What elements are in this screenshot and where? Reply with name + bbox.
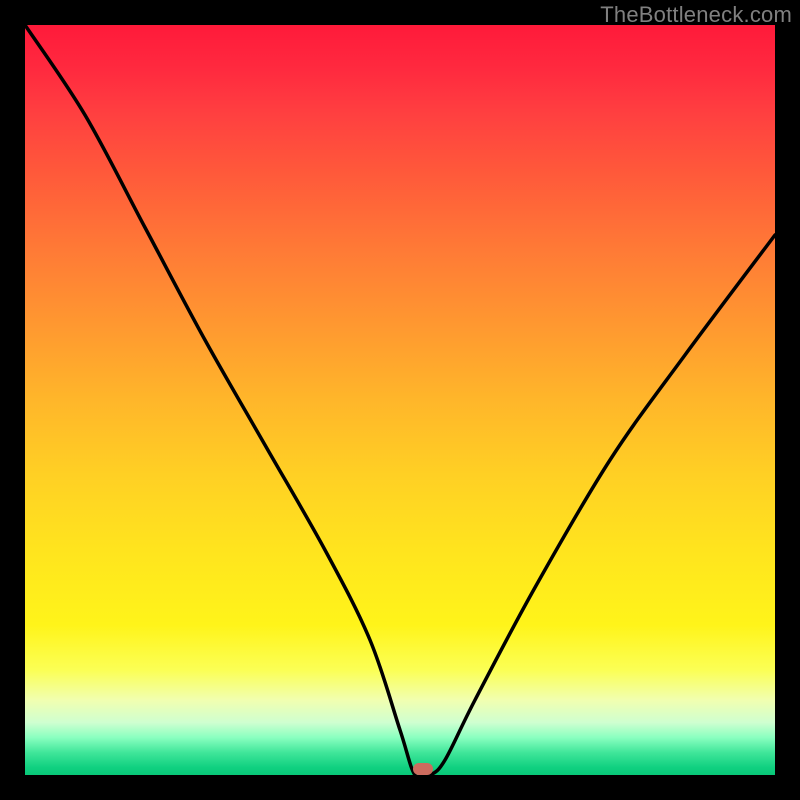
plot-area bbox=[25, 25, 775, 775]
optimal-marker bbox=[413, 763, 433, 775]
curve-path bbox=[25, 25, 775, 775]
watermark-text: TheBottleneck.com bbox=[600, 2, 792, 28]
bottleneck-curve bbox=[25, 25, 775, 775]
chart-frame: TheBottleneck.com bbox=[0, 0, 800, 800]
